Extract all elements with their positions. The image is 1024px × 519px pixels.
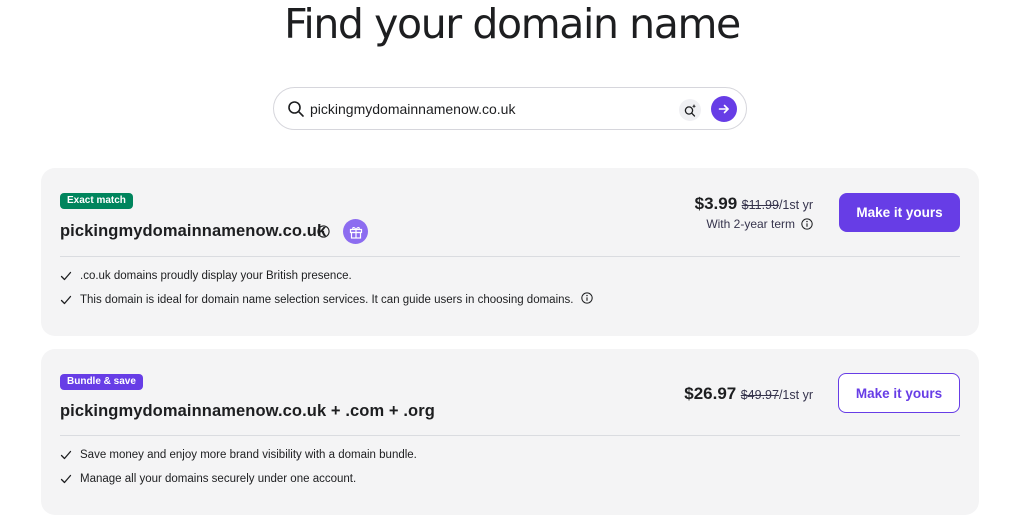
gift-button[interactable]	[343, 219, 368, 244]
price-block: $26.97 $49.97/1st yr	[641, 384, 813, 404]
feature-item: .co.uk domains proudly display your Brit…	[60, 270, 352, 282]
page-title: Find your domain name	[284, 0, 741, 48]
price-subtext: With 2-year term	[641, 217, 813, 231]
term-text: With 2-year term	[706, 217, 795, 231]
make-it-yours-button[interactable]: Make it yours	[838, 373, 960, 413]
search-box[interactable]	[273, 87, 747, 130]
divider	[60, 435, 960, 436]
feature-text: This domain is ideal for domain name sel…	[80, 294, 574, 306]
feature-item: Save money and enjoy more brand visibili…	[60, 449, 417, 461]
old-price: $11.99	[741, 198, 779, 212]
result-card-bundle: Bundle & save pickingmydomainnamenow.co.…	[41, 349, 979, 515]
ai-sparkle-icon	[684, 104, 696, 117]
make-it-yours-button[interactable]: Make it yours	[839, 193, 960, 232]
ai-search-button[interactable]	[679, 99, 701, 121]
feature-item: Manage all your domains securely under o…	[60, 473, 356, 485]
check-icon	[60, 474, 72, 484]
search-input[interactable]	[310, 97, 670, 121]
price: $26.97	[684, 384, 737, 403]
price-block: $3.99 $11.99/1st yr With 2-year term	[641, 194, 813, 231]
old-price: $49.97	[740, 388, 779, 402]
check-icon	[60, 450, 72, 460]
check-icon	[60, 295, 72, 305]
arrow-right-icon	[718, 104, 729, 114]
search-submit-button[interactable]	[711, 96, 737, 122]
price: $3.99	[694, 194, 738, 213]
gift-icon	[349, 226, 362, 239]
feature-text: .co.uk domains proudly display your Brit…	[80, 270, 352, 282]
feature-item: This domain is ideal for domain name sel…	[60, 292, 594, 306]
info-icon[interactable]	[317, 225, 330, 238]
domain-name: pickingmydomainnamenow.co.uk + .com + .o…	[60, 402, 435, 420]
exact-match-badge: Exact match	[60, 193, 133, 209]
check-icon	[60, 271, 72, 281]
price-term: /1st yr	[778, 198, 813, 212]
result-card-exact-match: Exact match pickingmydomainnamenow.co.uk…	[41, 168, 979, 336]
info-icon[interactable]	[801, 218, 813, 230]
info-icon[interactable]	[581, 292, 594, 304]
bundle-badge: Bundle & save	[60, 374, 143, 390]
divider	[60, 256, 960, 257]
domain-name: pickingmydomainnamenow.co.uk	[60, 222, 327, 240]
price-term: /1st yr	[778, 388, 813, 402]
feature-text: Save money and enjoy more brand visibili…	[80, 449, 417, 461]
feature-text: Manage all your domains securely under o…	[80, 473, 357, 485]
search-icon	[288, 101, 304, 117]
